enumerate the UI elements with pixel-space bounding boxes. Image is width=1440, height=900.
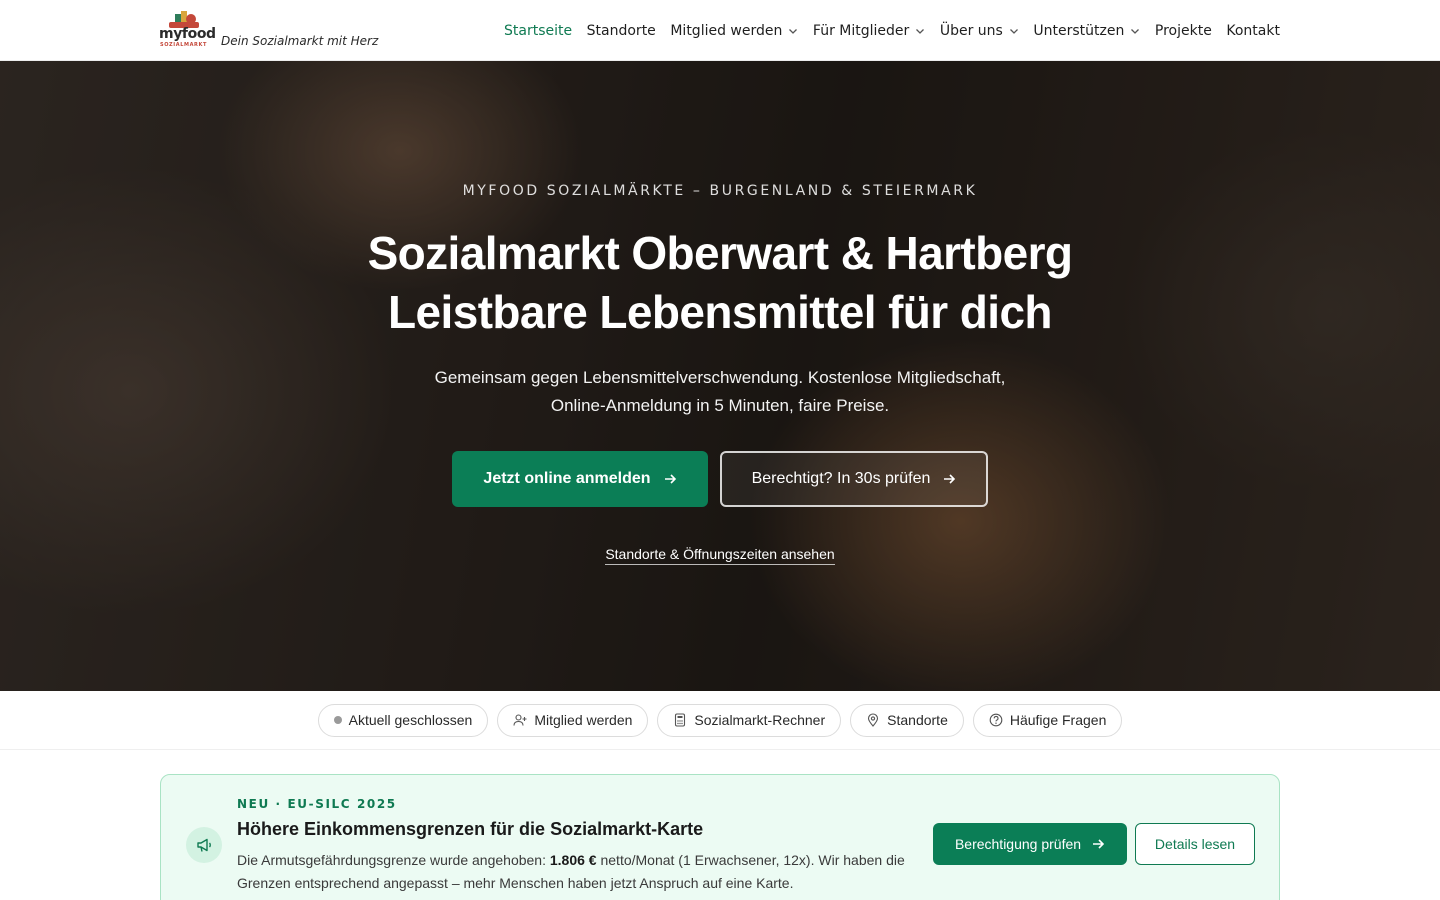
check-eligibility-label: Berechtigt? In 30s prüfen — [751, 470, 931, 487]
nav-label: Projekte — [1154, 23, 1212, 39]
nav-item-startseite[interactable]: Startseite — [504, 23, 572, 39]
hero-title-line-1: Sozialmarkt Oberwart & Hartberg — [367, 227, 1073, 279]
tagline: Dein Sozialmarkt mit Herz — [221, 34, 379, 48]
quick-link-status[interactable]: Aktuell geschlossen — [317, 703, 489, 737]
hero-section: MYFOOD SOZIALMÄRKTE – BURGENLAND & STEIE… — [0, 61, 1440, 691]
locations-hours-link[interactable]: Standorte & Öffnungszeiten ansehen — [605, 546, 835, 565]
hero-eyebrow: MYFOOD SOZIALMÄRKTE – BURGENLAND & STEIE… — [462, 183, 978, 199]
quick-link-label: Aktuell geschlossen — [348, 712, 473, 728]
nav-label: Für Mitglieder — [812, 23, 910, 39]
nav-item-unterstuetzen[interactable]: Unterstützen — [1033, 23, 1140, 39]
nav-item-mitglied-werden[interactable]: Mitglied werden — [670, 23, 798, 39]
hero-subtitle-line-2: Online-Anmeldung in 5 Minuten, faire Pre… — [550, 396, 890, 415]
logo-subline: SOZIALMARKT — [160, 42, 207, 48]
myfood-logo[interactable]: myfood SOZIALMARKT — [159, 11, 216, 49]
chevron-down-icon — [789, 29, 798, 34]
chevron-down-icon — [916, 29, 925, 34]
quick-link-standorte[interactable]: Standorte — [850, 703, 964, 737]
nav-item-standorte[interactable]: Standorte — [587, 23, 656, 39]
site-header: myfood SOZIALMARKT Dein Sozialmarkt mit … — [0, 0, 1440, 61]
income-limit-notice: NEU · EU-SILC 2025 Höhere Einkommensgren… — [160, 774, 1280, 900]
status-dot-icon — [333, 716, 342, 724]
arrow-right-icon — [1093, 839, 1105, 849]
nav-label: Kontakt — [1226, 23, 1280, 39]
read-details-label: Details lesen — [1154, 836, 1236, 852]
main-nav: Startseite Standorte Mitglied werden Für… — [504, 20, 1280, 42]
nav-label: Standorte — [586, 23, 656, 39]
quick-link-rechner[interactable]: Sozialmarkt-Rechner — [657, 703, 842, 737]
quick-link-mitglied-werden[interactable]: Mitglied werden — [497, 703, 649, 737]
megaphone-icon — [197, 838, 211, 852]
hero-title: Sozialmarkt Oberwart & Hartberg Leistbar… — [0, 224, 1440, 342]
help-circle-icon — [989, 713, 1003, 727]
register-online-button[interactable]: Jetzt online anmelden — [452, 451, 708, 507]
quick-link-label: Sozialmarkt-Rechner — [694, 712, 826, 728]
check-eligibility-button[interactable]: Berechtigt? In 30s prüfen — [720, 451, 988, 507]
check-eligibility-notice-button[interactable]: Berechtigung prüfen — [933, 823, 1127, 865]
hero-subtitle: Gemeinsam gegen Lebensmittelverschwendun… — [0, 364, 1440, 420]
notice-text-amount: 1.806 € — [549, 852, 597, 868]
notice-title: Höhere Einkommensgrenzen für die Sozialm… — [237, 819, 704, 839]
chevron-down-icon — [1131, 29, 1140, 34]
check-eligibility-notice-label: Berechtigung prüfen — [954, 836, 1082, 852]
read-details-button[interactable]: Details lesen — [1135, 823, 1255, 865]
notice-icon-badge — [186, 827, 222, 863]
quick-link-label: Häufige Fragen — [1009, 712, 1107, 728]
quick-link-label: Mitglied werden — [534, 712, 633, 728]
arrow-right-icon — [664, 474, 676, 484]
quick-link-label: Standorte — [887, 712, 948, 728]
quick-links-bar: Aktuell geschlossen Mitglied werden Sozi… — [0, 691, 1440, 750]
nav-label: Über uns — [939, 23, 1003, 39]
notice-text: Die Armutsgefährdungsgrenze wurde angeho… — [237, 849, 907, 895]
nav-label: Startseite — [504, 23, 573, 39]
hero-title-line-2: Leistbare Lebensmittel für dich — [388, 286, 1052, 338]
nav-item-fuer-mitglieder[interactable]: Für Mitglieder — [813, 23, 925, 39]
logo-wordmark: myfood — [159, 26, 216, 42]
notice-text-before: Die Armutsgefährdungsgrenze wurde angeho… — [237, 852, 550, 868]
nav-label: Mitglied werden — [670, 23, 783, 39]
map-pin-icon — [868, 713, 879, 727]
nav-item-projekte[interactable]: Projekte — [1155, 23, 1212, 39]
user-plus-icon — [513, 714, 527, 726]
chevron-down-icon — [1009, 29, 1018, 34]
hero-subtitle-line-1: Gemeinsam gegen Lebensmittelverschwendun… — [434, 368, 1006, 387]
nav-label: Unterstützen — [1033, 23, 1125, 39]
locations-hours-link-wrap: Standorte & Öffnungszeiten ansehen — [0, 544, 1440, 565]
notice-eyebrow: NEU · EU-SILC 2025 — [237, 797, 397, 811]
nav-item-ueber-uns[interactable]: Über uns — [940, 23, 1019, 39]
calculator-icon — [675, 713, 686, 727]
register-online-label: Jetzt online anmelden — [483, 470, 651, 487]
nav-item-kontakt[interactable]: Kontakt — [1226, 23, 1280, 39]
arrow-right-icon — [944, 474, 956, 484]
quick-link-faq[interactable]: Häufige Fragen — [972, 703, 1123, 737]
